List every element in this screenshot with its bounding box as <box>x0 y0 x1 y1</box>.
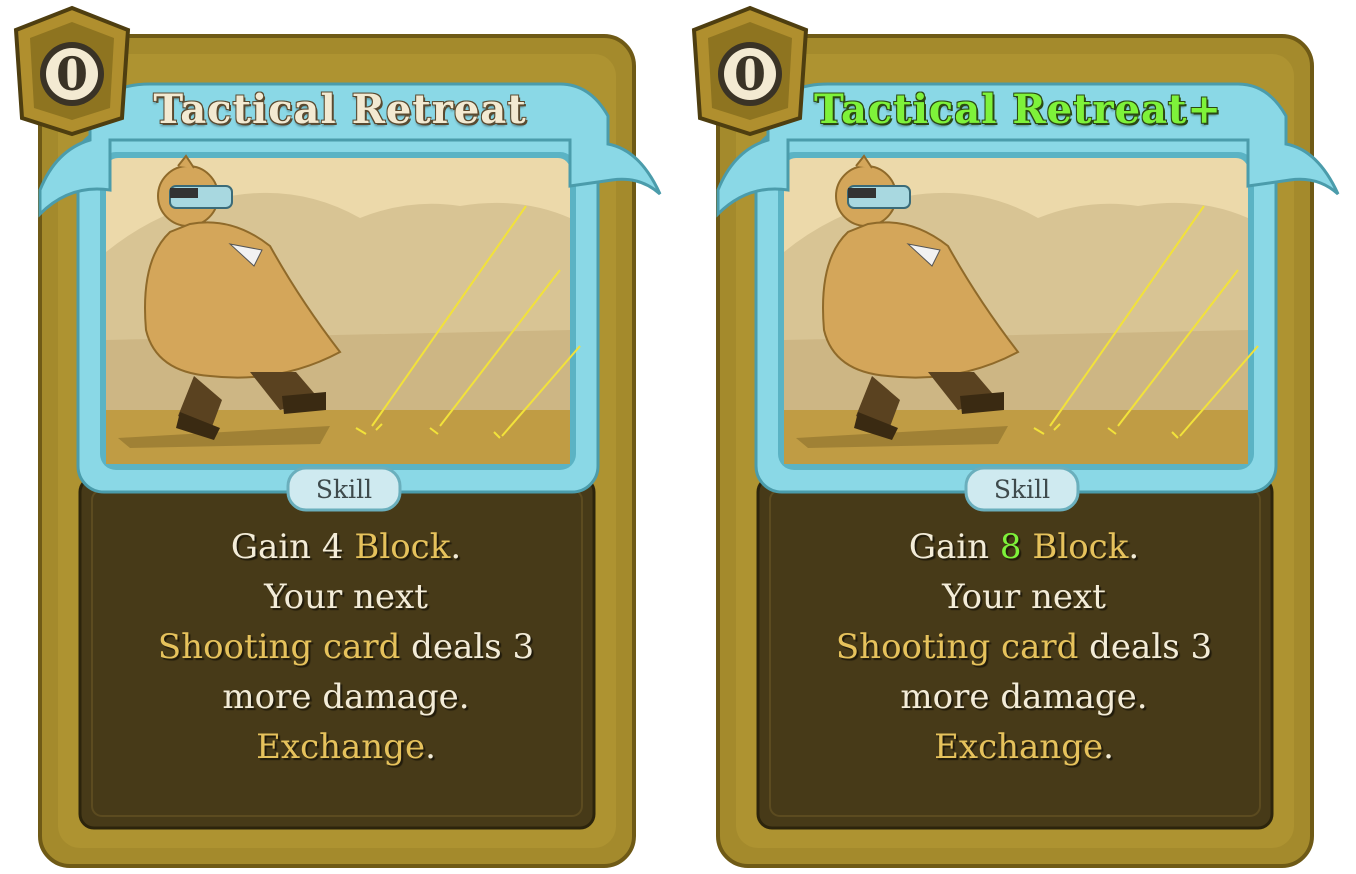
card-tactical-retreat[interactable]: 0 Tactical Retreat Skill Gain 4 Block. Y… <box>0 0 678 874</box>
cost-value: 0 <box>55 47 88 101</box>
desc-line-5: Exchange. <box>774 722 1274 772</box>
keyword-block: Block <box>354 527 451 567</box>
desc-line-1: Gain 8 Block. <box>774 522 1274 572</box>
desc-text: Gain 4 <box>230 527 355 567</box>
desc-text: . <box>1103 727 1114 767</box>
keyword-exchange: Exchange <box>934 727 1104 767</box>
card-title: Tactical Retreat <box>153 86 527 133</box>
desc-text: . <box>450 527 462 567</box>
card-art <box>784 154 1259 464</box>
desc-text: . <box>1128 527 1140 567</box>
desc-text: Gain <box>908 527 1000 567</box>
desc-text <box>1022 527 1033 567</box>
keyword-block: Block <box>1032 527 1129 567</box>
desc-text: deals 3 <box>400 627 535 667</box>
desc-text: deals 3 <box>1078 627 1213 667</box>
keyword-shooting-card: Shooting card <box>157 627 401 667</box>
cost-value: 0 <box>733 47 766 101</box>
card-description: Gain 4 Block. Your next Shooting card de… <box>96 522 596 772</box>
desc-line-5: Exchange. <box>96 722 596 772</box>
card-tactical-retreat-upgraded[interactable]: 0 Tactical Retreat+ Skill Gain 8 Block. … <box>678 0 1356 874</box>
desc-line-2: Your next <box>942 577 1106 617</box>
keyword-exchange: Exchange <box>256 727 426 767</box>
card-description: Gain 8 Block. Your next Shooting card de… <box>774 522 1274 772</box>
card-type-label: Skill <box>993 474 1051 504</box>
desc-line-3: Shooting card deals 3 <box>96 622 596 672</box>
upgraded-value: 8 <box>999 527 1022 567</box>
keyword-shooting-card: Shooting card <box>835 627 1079 667</box>
desc-line-4: more damage. <box>222 677 470 717</box>
card-title: Tactical Retreat+ <box>814 86 1222 133</box>
desc-line-3: Shooting card deals 3 <box>774 622 1274 672</box>
desc-line-2: Your next <box>264 577 428 617</box>
card-type-label: Skill <box>315 474 373 504</box>
desc-line-1: Gain 4 Block. <box>96 522 596 572</box>
desc-line-4: more damage. <box>900 677 1148 717</box>
card-art <box>106 154 581 464</box>
desc-text: . <box>425 727 436 767</box>
